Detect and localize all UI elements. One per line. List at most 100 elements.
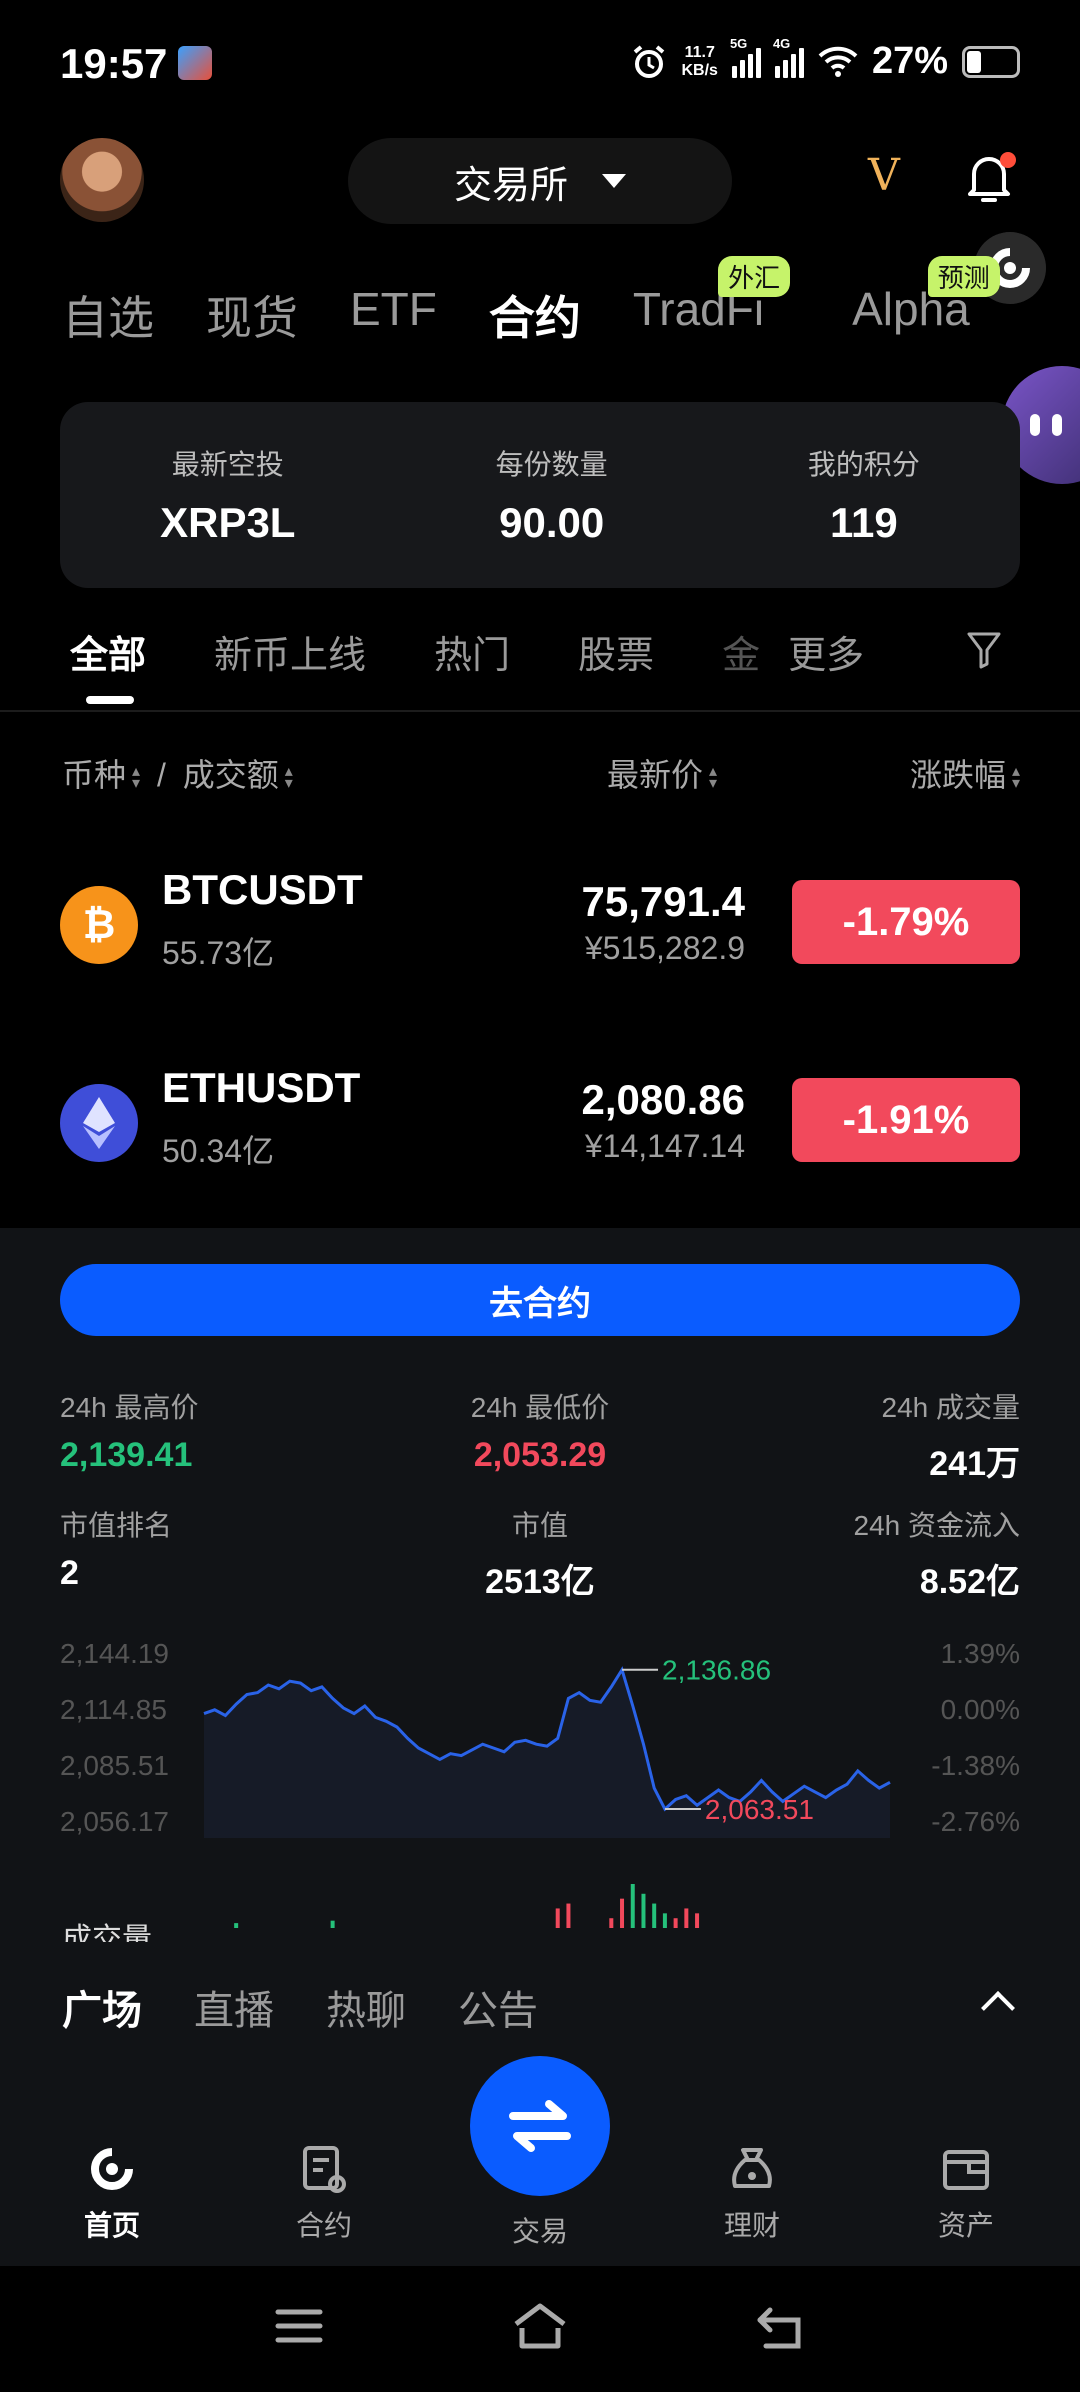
tab-alpha-badge: 预测 (927, 256, 1000, 297)
volume-bar (330, 1920, 335, 1928)
tab-spot[interactable]: 现货 (206, 282, 298, 348)
tab-watchlist[interactable]: 自选 (62, 282, 154, 348)
list-item-eth[interactable]: ETHUSDT 50.34亿 2,080.86 ¥14,147.14 -1.91… (60, 1064, 1020, 1184)
signal-5g-icon: 5G (730, 36, 761, 78)
back-icon[interactable] (756, 2306, 806, 2350)
coin-symbol: ETHUSDT (162, 1064, 361, 1111)
coin-turnover: 55.73亿 (162, 935, 275, 971)
eth-detail-panel: 去合约 24h 最高价 2,139.41 24h 最低价 2,053.29 24… (0, 1228, 1080, 1942)
stat-market-cap-rank: 市值排名 2 (60, 1510, 173, 1592)
tab-tradfi-badge: 外汇 (718, 256, 791, 297)
tab-alpha[interactable]: Alpha 预测 (852, 256, 1000, 348)
home-icon[interactable] (512, 2302, 568, 2352)
feed-tab-live[interactable]: 直播 (194, 1978, 274, 2036)
battery-icon (962, 45, 1020, 78)
tab-futures[interactable]: 合约 (489, 282, 581, 348)
bitcoin-icon: ₿ (60, 886, 138, 964)
market-tabs: 自选 现货 ETF 合约 TradFi 外汇 Alpha 预测 (62, 256, 1022, 348)
volume-title: 成交量 (62, 1923, 152, 1942)
menu-icon[interactable] (274, 2306, 324, 2346)
stat-24h-high: 24h 最高价 2,139.41 (60, 1392, 199, 1474)
go-futures-button[interactable]: 去合约 (60, 1264, 1020, 1336)
sort-icon: ▴ ▾ (132, 762, 141, 792)
tab-tradfi[interactable]: TradFi 外汇 (633, 256, 791, 348)
tab-etf[interactable]: ETF (350, 282, 437, 348)
alarm-icon (634, 44, 665, 78)
category-tab-stocks[interactable]: 股票 (578, 624, 654, 679)
sort-icon: ▴ ▾ (284, 762, 293, 792)
volume-bar (673, 1918, 678, 1928)
nav-home[interactable]: 首页 (42, 2142, 182, 2244)
user-avatar[interactable] (60, 138, 144, 222)
divider (0, 710, 1080, 712)
stat-24h-inflow: 24h 资金流入 8.52亿 (853, 1510, 1021, 1601)
feed-tab-chat[interactable]: 热聊 (326, 1978, 406, 2036)
nav-futures[interactable]: 合约 (254, 2142, 394, 2244)
exchange-switcher[interactable]: 交易所 (348, 138, 732, 224)
list-header-separator: / (156, 757, 166, 793)
category-tab-new-listing[interactable]: 新币上线 (214, 624, 366, 679)
system-nav-bar (0, 2266, 1080, 2392)
coin-price-cny: ¥14,147.14 (584, 1128, 745, 1164)
chevron-up-icon[interactable] (981, 1991, 1015, 2025)
feed-tab-square[interactable]: 广场 (62, 1978, 142, 2036)
battery-percent: 27% (871, 40, 948, 82)
airdrop-amount: 每份数量 90.00 (495, 449, 608, 546)
change-badge[interactable]: -1.79% (792, 880, 1020, 964)
airdrop-points: 我的积分 119 (807, 449, 920, 546)
bottom-nav: 首页 合约 交易 理财 资产 (0, 2052, 1080, 2266)
category-tab-more[interactable]: 更多 (788, 624, 864, 679)
volume-bar (695, 1913, 700, 1928)
sort-by-change[interactable]: 涨跌幅 ▴ ▾ (910, 750, 1020, 796)
coin-price: 75,791.4 (581, 878, 746, 925)
exchange-label: 交易所 (453, 164, 568, 207)
coin-price: 2,080.86 (581, 1076, 746, 1123)
stat-24h-volume: 24h 成交量 241万 (881, 1392, 1021, 1483)
sort-by-turnover[interactable]: 成交额 ▴ ▾ (183, 757, 293, 793)
max-price-annotation: 2,136.86 (662, 1655, 771, 1686)
category-tab-hot[interactable]: 热门 (434, 624, 510, 679)
home-logo-icon (91, 2148, 133, 2190)
min-price-annotation: 2,063.51 (705, 1794, 814, 1825)
chevron-down-icon (602, 174, 626, 188)
sort-by-price[interactable]: 最新价 ▴ ▾ (607, 750, 717, 796)
volume-bar (684, 1908, 689, 1928)
status-time: 19:57 (60, 40, 168, 87)
nav-assets[interactable]: 资产 (896, 2142, 1036, 2244)
stat-market-cap: 市值 2513亿 (485, 1510, 595, 1601)
stat-24h-low: 24h 最低价 2,053.29 (470, 1392, 610, 1474)
price-line-chart: 2,136.86 2,063.51 (203, 1655, 891, 1928)
volume-bar (555, 1908, 560, 1928)
category-tab-all[interactable]: 全部 (70, 624, 146, 704)
coin-symbol: BTCUSDT (162, 866, 363, 913)
notification-dot (1000, 152, 1016, 168)
signal-4g-icon: 4G (773, 36, 804, 78)
change-badge[interactable]: -1.91% (792, 1078, 1020, 1162)
volume-bar (620, 1898, 625, 1928)
feed-tab-announcements[interactable]: 公告 (458, 1978, 538, 2036)
nav-earn[interactable]: 理财 (682, 2142, 822, 2244)
airdrop-latest: 最新空投 XRP3L (160, 449, 296, 546)
volume-bar (234, 1923, 239, 1928)
filter-icon[interactable] (966, 630, 1002, 670)
price-chart: 2,144.19 2,114.85 2,085.51 2,056.17 1.39… (0, 1638, 1080, 1928)
wifi-icon (818, 46, 858, 77)
swap-icon (509, 2100, 571, 2152)
wallet-icon (943, 2150, 989, 2190)
volume-bar (630, 1884, 635, 1928)
futures-doc-icon (303, 2146, 346, 2193)
feed-tabs: 广场 直播 热聊 公告 (0, 1942, 1080, 2052)
coin-turnover: 50.34亿 (162, 1133, 275, 1169)
trade-label[interactable]: 交易 (470, 2210, 610, 2250)
category-tabs: 全部 新币上线 热门 股票 金 更多 (70, 624, 1020, 704)
volume-bar (662, 1913, 667, 1928)
sort-icon: ▴ ▾ (709, 762, 718, 792)
list-item-btc[interactable]: ₿ BTCUSDT 55.73亿 75,791.4 ¥515,282.9 -1.… (60, 866, 1020, 986)
volume-bar (652, 1903, 657, 1928)
airdrop-card[interactable]: 最新空投 XRP3L 每份数量 90.00 我的积分 119 (60, 402, 1020, 588)
sort-by-coin[interactable]: 币种 ▴ ▾ (62, 757, 140, 793)
trade-button[interactable] (470, 2056, 610, 2196)
category-tab-gold[interactable]: 金 (722, 624, 760, 679)
notification-app-icon (178, 46, 212, 80)
brand-mark[interactable]: V (868, 150, 900, 201)
